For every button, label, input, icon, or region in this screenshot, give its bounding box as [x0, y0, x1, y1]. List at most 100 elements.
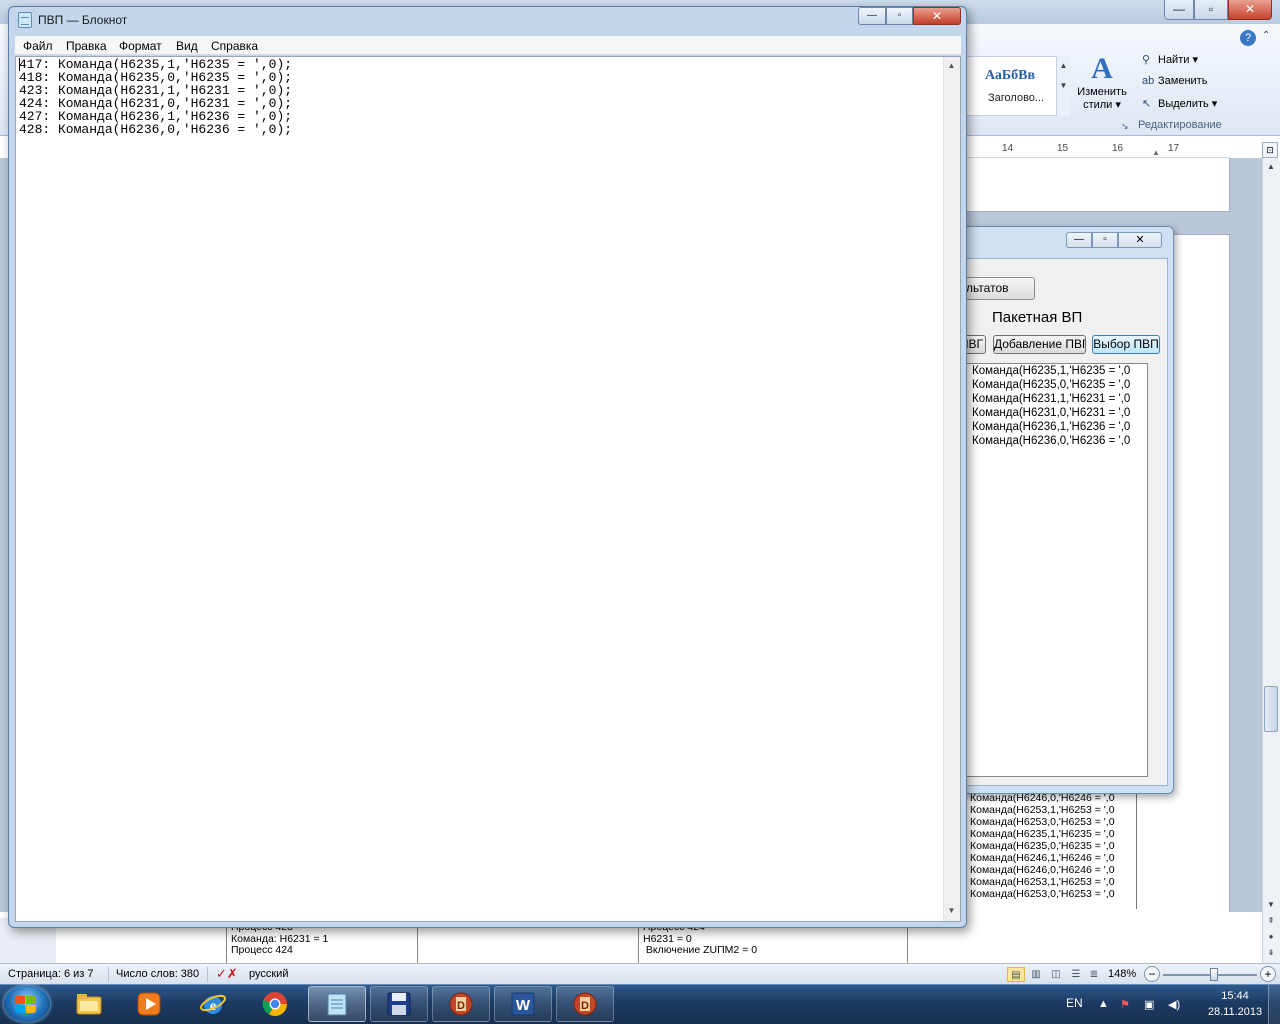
replace-icon: ab	[1142, 75, 1155, 87]
app-close-button[interactable]: ✕	[1118, 232, 1162, 248]
replace-label: Заменить	[1158, 75, 1208, 87]
windows-logo-icon	[15, 996, 37, 1014]
scroll-up-icon[interactable]: ▲	[1264, 160, 1278, 174]
select-pvp-button[interactable]: Выбор ПВП	[1092, 335, 1160, 354]
list-item[interactable]: Команда(H6235,1,'H6235 = ',0	[972, 365, 1146, 377]
list-item[interactable]: Команда(H6231,0,'H6231 = ',0	[972, 407, 1146, 419]
find-label: Найти ▾	[1158, 54, 1198, 66]
menu-help[interactable]: Справка	[211, 39, 258, 53]
status-divider	[207, 967, 208, 982]
help-icon[interactable]: ?	[1240, 30, 1256, 46]
word-vertical-scrollbar[interactable]	[1262, 158, 1280, 963]
text-caret	[19, 58, 20, 71]
notepad-minimize-button[interactable]: —	[858, 7, 886, 25]
media-player-icon	[137, 992, 161, 1016]
gallery-scroll-icon[interactable]: ▲ ▼	[1056, 56, 1070, 116]
notepad-close-button[interactable]: ✕	[913, 7, 961, 25]
web-layout-icon[interactable]: ◫	[1047, 967, 1065, 982]
find-button[interactable]: ⚲ Найти ▾	[1142, 53, 1198, 71]
zoom-slider-thumb[interactable]	[1210, 968, 1218, 981]
cursor-icon: ↖	[1142, 98, 1152, 110]
tray-language[interactable]: EN	[1066, 996, 1083, 1010]
ruler-tick: 17	[1168, 143, 1180, 154]
internet-explorer-icon: e	[200, 994, 226, 1014]
group-editing-label: Редактирование	[1138, 119, 1222, 131]
dialog-launcher-icon[interactable]: ↘	[1121, 121, 1129, 132]
notepad-icon[interactable]	[18, 12, 32, 28]
add-pvg-button[interactable]: Добавление ПВГ	[993, 335, 1086, 354]
save-app-icon	[387, 992, 411, 1016]
word-statusbar: Страница: 6 из 7 Число слов: 380 ✓✗ русс…	[0, 963, 1280, 984]
status-word-count[interactable]: Число слов: 380	[116, 968, 199, 980]
next-page-icon[interactable]: ⇟	[1264, 946, 1278, 960]
document-text[interactable]: Команда(H6246,0,'H6246 = ',0 Команда(H62…	[970, 792, 1120, 907]
menu-edit[interactable]: Правка	[66, 39, 107, 53]
action-center-icon[interactable]: ⚑	[1120, 998, 1130, 1011]
style-name: Заголово...	[988, 92, 1045, 104]
notepad-maximize-button[interactable]: ▫	[886, 7, 913, 25]
menu-file[interactable]: Файл	[23, 39, 53, 53]
ruler-tick: 16	[1112, 143, 1124, 154]
word-minimize-button[interactable]: —	[1164, 0, 1194, 20]
zoom-in-button[interactable]: +	[1260, 966, 1276, 982]
list-item[interactable]: Команда(H6235,0,'H6235 = ',0	[972, 379, 1146, 391]
binoculars-icon: ⚲	[1142, 54, 1151, 66]
outline-icon[interactable]: ☰	[1067, 967, 1085, 982]
proofing-icon[interactable]: ✓✗	[216, 966, 238, 982]
select-label: Выделить ▾	[1158, 98, 1218, 110]
print-layout-icon[interactable]: ▤	[1007, 967, 1025, 982]
network-icon[interactable]: ▣	[1144, 998, 1154, 1011]
scroll-up-icon[interactable]: ▲	[944, 58, 959, 73]
clock-time[interactable]: 15:44	[1200, 990, 1270, 1002]
chrome-icon	[262, 992, 287, 1017]
zoom-out-button[interactable]: −	[1144, 966, 1160, 982]
app-heading: Пакетная ВП	[992, 309, 1083, 326]
change-styles-icon: A	[1091, 52, 1113, 85]
delphi-app-icon: D	[449, 992, 473, 1016]
menu-format[interactable]: Формат	[119, 39, 162, 53]
show-hidden-icons-icon[interactable]: ▲	[1098, 998, 1109, 1010]
scroll-down-icon[interactable]: ▼	[1264, 898, 1278, 912]
word-maximize-button[interactable]: ▫	[1194, 0, 1228, 20]
list-item[interactable]: Команда(H6236,1,'H6236 = ',0	[972, 421, 1146, 433]
status-page[interactable]: Страница: 6 из 7	[8, 968, 94, 980]
prev-page-icon[interactable]: ⇞	[1264, 914, 1278, 928]
list-item[interactable]: Команда(H6231,1,'H6231 = ',0	[972, 393, 1146, 405]
horizontal-ruler[interactable]: 14 15 16 17 ▲	[960, 140, 1230, 158]
style-gallery[interactable]	[962, 56, 1070, 116]
status-language[interactable]: русский	[249, 968, 288, 980]
draft-icon[interactable]: ≣	[1085, 967, 1103, 982]
indent-marker-icon[interactable]: ▲	[1152, 148, 1160, 157]
scroll-thumb[interactable]	[1264, 686, 1278, 732]
svg-text:W: W	[516, 997, 531, 1014]
document-page[interactable]	[960, 158, 1230, 212]
ruler-tick: 14	[1002, 143, 1014, 154]
change-styles-button[interactable]: A Изменить стили ▾	[1074, 52, 1130, 122]
notepad-vertical-scrollbar[interactable]	[943, 57, 960, 921]
show-desktop-button[interactable]	[1268, 985, 1280, 1024]
notepad-title: ПВП — Блокнот	[38, 13, 128, 27]
menu-view[interactable]: Вид	[176, 39, 198, 53]
clock-date[interactable]: 28.11.2013	[1200, 1006, 1270, 1018]
ruler-toggle-icon[interactable]: ⊡	[1262, 142, 1278, 158]
app-minimize-button[interactable]: —	[1066, 232, 1092, 248]
ribbon-expand-icon[interactable]: ⌃	[1262, 30, 1270, 41]
replace-button[interactable]: ab Заменить	[1142, 75, 1207, 93]
notepad-text[interactable]: 417: Команда(H6235,1,'H6235 = ',0); 418:…	[19, 58, 292, 136]
svg-text:D: D	[581, 1000, 589, 1012]
full-screen-reading-icon[interactable]: ▥	[1027, 967, 1045, 982]
change-styles-label: Изменить стили ▾	[1077, 86, 1127, 111]
app-maximize-button[interactable]: ▫	[1092, 232, 1118, 248]
style-sample: АаБбВв	[985, 68, 1036, 83]
delphi-app-icon: D	[573, 992, 597, 1016]
word-close-button[interactable]: ✕	[1228, 0, 1272, 20]
browse-object-icon[interactable]: ●	[1264, 930, 1278, 944]
explorer-icon	[76, 994, 102, 1015]
volume-icon[interactable]: ◀)	[1168, 998, 1180, 1011]
select-button[interactable]: ↖ Выделить ▾	[1142, 97, 1217, 115]
notepad-text-area[interactable]	[15, 56, 961, 922]
list-item[interactable]: Команда(H6236,0,'H6236 = ',0	[972, 435, 1146, 447]
scroll-down-icon[interactable]: ▼	[944, 903, 959, 918]
zoom-level[interactable]: 148%	[1108, 968, 1136, 980]
notepad-icon	[327, 993, 347, 1016]
